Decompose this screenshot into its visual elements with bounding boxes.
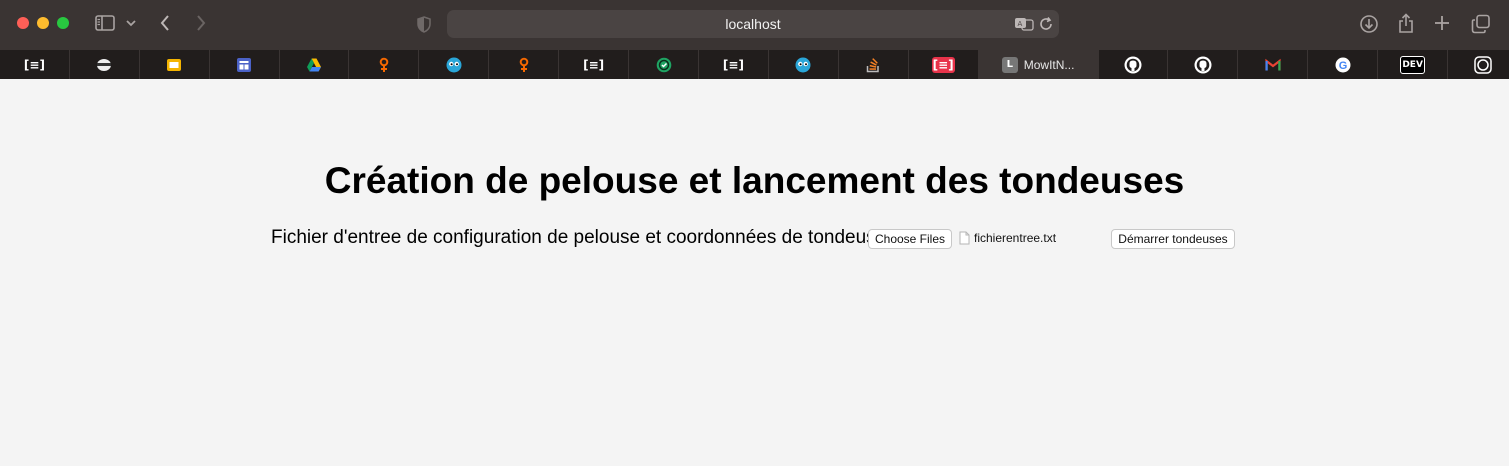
file-icon [958, 230, 970, 246]
tab-17[interactable] [1169, 50, 1239, 79]
reader-icon: [≡] [722, 57, 744, 72]
close-window-button[interactable] [17, 17, 29, 29]
reader-icon: [≡] [583, 57, 605, 72]
round-green-icon [656, 57, 672, 73]
mask-icon [96, 57, 112, 73]
eyes-icon [446, 57, 462, 73]
tab-12[interactable] [769, 50, 839, 79]
dev-icon: DEV [1400, 55, 1425, 74]
tab-11[interactable]: [≡] [699, 50, 769, 79]
page-title: Création de pelouse et lancement des ton… [324, 160, 1185, 201]
stackoverflow-icon [865, 57, 881, 73]
svg-text:A: A [1018, 20, 1023, 28]
letter-favicon-icon: L [1001, 56, 1018, 73]
tab-19[interactable]: G [1308, 50, 1379, 79]
back-icon[interactable] [156, 13, 174, 33]
grafana-icon [376, 57, 392, 73]
slides-icon [166, 57, 182, 73]
reload-icon[interactable] [1037, 15, 1055, 33]
tab-8[interactable] [489, 50, 560, 79]
tab-5[interactable] [280, 50, 350, 79]
github-icon [1194, 56, 1212, 74]
forward-icon[interactable] [192, 13, 210, 33]
tab-6[interactable] [350, 50, 420, 79]
tab-16[interactable] [1099, 50, 1169, 79]
tab-7[interactable] [419, 50, 490, 79]
start-mowers-button[interactable]: Démarrer tondeuses [1111, 229, 1235, 249]
sidebar-toggle-icon[interactable] [94, 14, 116, 32]
tab-9[interactable]: [≡] [559, 50, 630, 79]
board-icon [236, 57, 252, 73]
tab-18[interactable] [1238, 50, 1309, 79]
address-bar[interactable]: localhost A [447, 10, 1059, 38]
tab-21[interactable] [1448, 50, 1509, 79]
circle-icon [1473, 55, 1492, 74]
chevron-down-icon[interactable] [124, 16, 138, 30]
svg-text:G: G [1338, 60, 1347, 72]
page-content: Création de pelouse et lancement des ton… [0, 79, 1509, 466]
tab-1[interactable]: [≡] [0, 50, 70, 79]
tab-bar: [≡] [≡] [≡] [≡] L MowItN... G DEV [0, 50, 1509, 79]
tab-4[interactable] [210, 50, 280, 79]
tab-20[interactable]: DEV [1378, 50, 1449, 79]
selected-file-name: fichierentree.txt [974, 231, 1057, 245]
privacy-shield-icon[interactable] [415, 14, 433, 34]
new-tab-icon[interactable] [1432, 13, 1452, 33]
translate-icon[interactable]: A [1013, 15, 1035, 33]
tab-10[interactable] [629, 50, 699, 79]
downloads-icon[interactable] [1358, 13, 1380, 35]
tab-3[interactable] [140, 50, 210, 79]
reader-icon: [≡] [23, 57, 45, 72]
red-reader-icon: [≡] [931, 56, 955, 73]
address-text: localhost [725, 16, 781, 32]
tab-13[interactable] [839, 50, 909, 79]
choose-files-button[interactable]: Choose Files [868, 229, 952, 249]
tab-title: MowItN... [1023, 57, 1075, 72]
eyes-icon [795, 57, 811, 73]
tab-14[interactable]: [≡] [909, 50, 979, 79]
tab-overview-icon[interactable] [1470, 13, 1492, 35]
file-input-label: Fichier d'entree de configuration de pel… [271, 227, 902, 248]
drive-icon [306, 57, 322, 73]
google-icon: G [1335, 57, 1351, 73]
browser-toolbar: localhost A [0, 0, 1509, 50]
zoom-window-button[interactable] [57, 17, 69, 29]
tab-2[interactable] [70, 50, 140, 79]
grafana-icon [516, 57, 532, 73]
gmail-icon [1265, 57, 1281, 73]
tab-active[interactable]: L MowItN... [978, 50, 1099, 79]
github-icon [1124, 56, 1142, 74]
share-icon[interactable] [1396, 11, 1416, 35]
minimize-window-button[interactable] [37, 17, 49, 29]
